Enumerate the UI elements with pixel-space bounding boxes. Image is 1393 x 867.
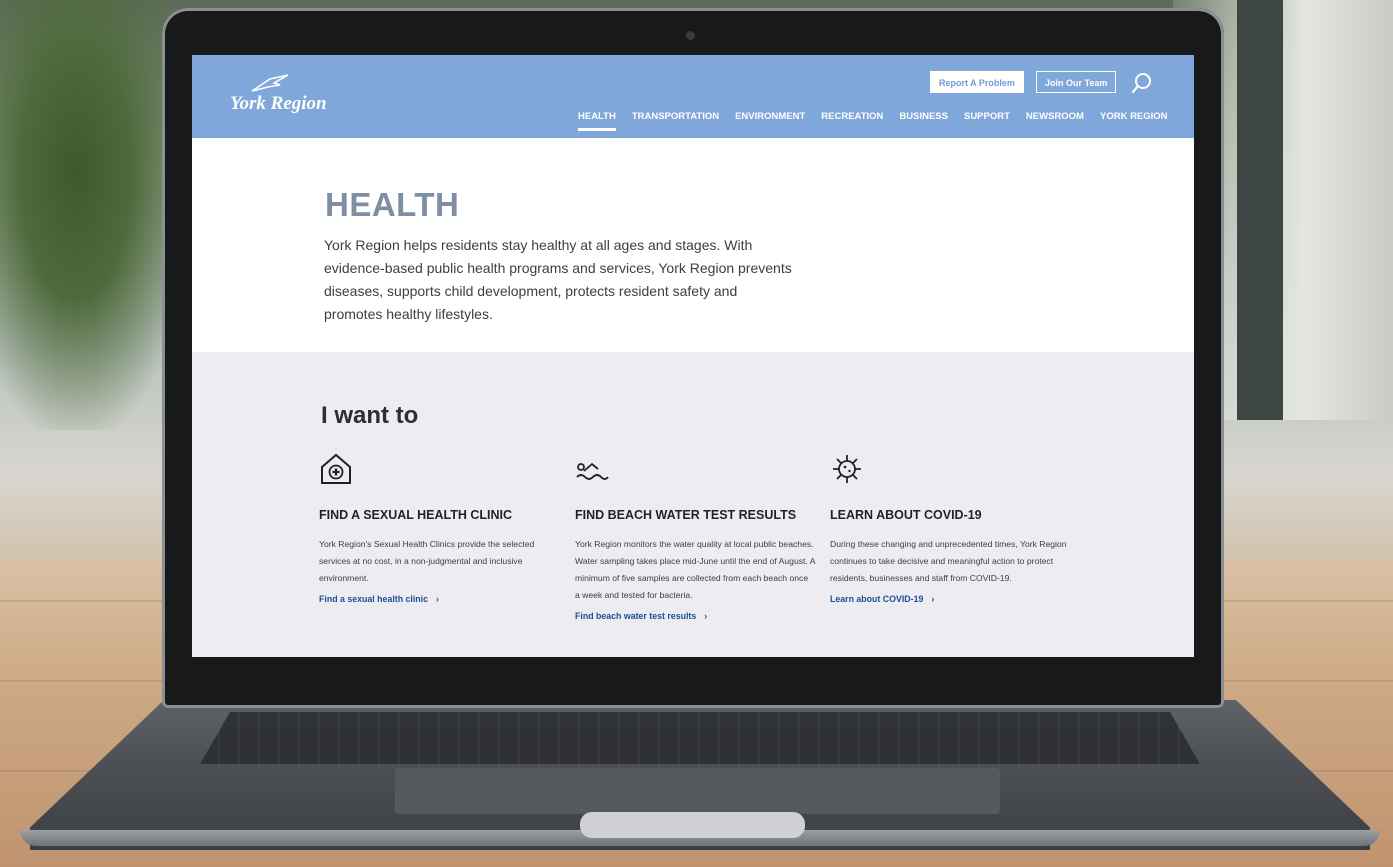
card-title: LEARN ABOUT COVID-19 — [830, 508, 982, 522]
main-nav: HEALTH TRANSPORTATION ENVIRONMENT RECREA… — [570, 110, 1176, 131]
webcam — [686, 31, 695, 40]
nav-item-health[interactable]: HEALTH — [570, 110, 624, 131]
page-title: HEALTH — [325, 186, 460, 223]
laptop-trackpad — [395, 768, 1000, 814]
join-team-button[interactable]: Join Our Team — [1036, 71, 1117, 93]
laptop-keyboard — [200, 712, 1200, 764]
card-sexual-health-clinic: FIND A SEXUAL HEALTH CLINIC York Region'… — [319, 452, 559, 604]
laptop-screen: York Region Report A Problem Join Our Te… — [192, 55, 1194, 657]
card-link-label: Find beach water test results — [575, 611, 697, 621]
nav-item-york-region[interactable]: YORK REGION — [1092, 110, 1176, 124]
nav-item-support[interactable]: SUPPORT — [956, 110, 1018, 124]
virus-icon — [833, 455, 861, 483]
card-title: FIND BEACH WATER TEST RESULTS — [575, 508, 797, 522]
card-link-label: Find a sexual health clinic — [319, 594, 429, 604]
chevron-right-icon: › — [931, 594, 935, 604]
section-title: I want to — [321, 402, 419, 429]
nav-item-recreation[interactable]: RECREATION — [813, 110, 891, 124]
swimmer-icon — [576, 462, 609, 480]
card-link-label: Learn about COVID-19 — [830, 594, 924, 604]
nav-item-newsroom[interactable]: NEWSROOM — [1018, 110, 1092, 124]
chevron-right-icon: › — [436, 594, 439, 604]
beach-results-link[interactable]: Find beach water test results › — [575, 611, 815, 621]
covid-info-link[interactable]: Learn about COVID-19 › — [830, 594, 1070, 604]
site-header: York Region Report A Problem Join Our Te… — [192, 55, 1194, 138]
hero-section: HEALTH York Region helps residents stay … — [192, 138, 1194, 352]
health-clinic-icon — [321, 453, 351, 484]
search-icon[interactable] — [1130, 71, 1154, 95]
card-body: During these changing and unprecedented … — [830, 539, 1067, 583]
card-beach-water: FIND BEACH WATER TEST RESULTS York Regio… — [575, 452, 815, 621]
chevron-right-icon: › — [704, 611, 708, 621]
report-problem-button[interactable]: Report A Problem — [930, 71, 1024, 93]
card-title: FIND A SEXUAL HEALTH CLINIC — [319, 508, 513, 522]
card-body: York Region's Sexual Health Clinics prov… — [319, 539, 535, 583]
i-want-to-section: I want to FIND A SEXUAL HEALTH CLINIC Yo… — [192, 352, 1194, 657]
page-intro: York Region helps residents stay healthy… — [324, 237, 792, 322]
york-region-logo-mark-icon — [251, 74, 289, 92]
find-clinic-link[interactable]: Find a sexual health clinic › — [319, 594, 559, 604]
nav-item-environment[interactable]: ENVIRONMENT — [727, 110, 813, 124]
card-body: York Region monitors the water quality a… — [575, 539, 815, 600]
card-covid-19: LEARN ABOUT COVID-19 During these changi… — [830, 452, 1070, 604]
laptop-notch — [580, 812, 805, 838]
background-pillar — [1237, 0, 1283, 420]
nav-item-transportation[interactable]: TRANSPORTATION — [624, 110, 727, 124]
site-logo[interactable]: York Region — [230, 93, 327, 115]
nav-item-business[interactable]: BUSINESS — [891, 110, 956, 124]
